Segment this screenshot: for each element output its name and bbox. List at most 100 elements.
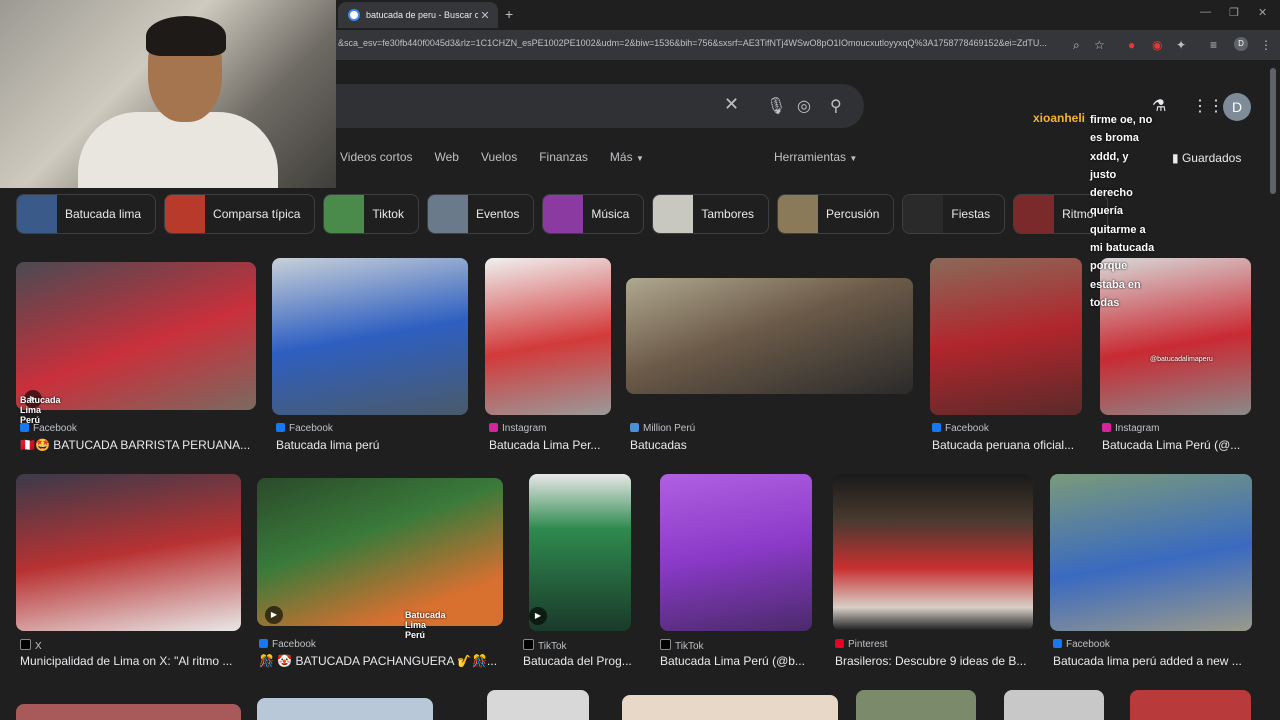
- result-caption[interactable]: Batucada Lima Perú (@...: [1102, 438, 1251, 452]
- bookmark-star-icon[interactable]: ☆: [1094, 38, 1105, 52]
- result-caption[interactable]: Batucada Lima Per...: [489, 438, 611, 452]
- result-caption[interactable]: Municipalidad de Lima on X: "Al ritmo ..…: [20, 654, 241, 668]
- media-control-icon[interactable]: ≡: [1210, 38, 1217, 52]
- tab-videos-cortos[interactable]: Videos cortos: [340, 150, 413, 164]
- facebook-icon: [259, 639, 268, 648]
- chip-label: Eventos: [475, 207, 520, 221]
- extension-icon[interactable]: ◉: [1152, 38, 1162, 52]
- thumbnail-watermark: Batucada Lima Perú: [20, 395, 61, 425]
- result-thumbnail-partial[interactable]: [487, 690, 589, 720]
- result-source[interactable]: Facebook: [259, 639, 316, 650]
- chip-comparsa-tipica[interactable]: Comparsa típica: [164, 194, 316, 234]
- chip-fiestas[interactable]: Fiestas: [902, 194, 1006, 234]
- result-caption[interactable]: 🎊 🤡 BATUCADA PACHANGUERA 🎷🎊...: [259, 654, 503, 668]
- result-source[interactable]: Instagram: [1102, 423, 1159, 434]
- result-source[interactable]: TikTok: [660, 639, 704, 652]
- account-avatar[interactable]: D: [1223, 93, 1251, 121]
- result-thumbnail[interactable]: [257, 478, 503, 626]
- url-field[interactable]: &sca_esv=fe30fb440f0045d3&rlz=1C1CHZN_es…: [338, 38, 1068, 48]
- video-play-icon: ▶: [529, 607, 547, 625]
- new-tab-icon[interactable]: +: [505, 6, 513, 22]
- close-window-icon[interactable]: ✕: [1258, 6, 1267, 19]
- browser-menu-icon[interactable]: ⋮: [1260, 38, 1272, 52]
- tab-title: batucada de peru - Buscar con: [366, 10, 478, 20]
- clear-search-icon[interactable]: ✕: [724, 94, 739, 115]
- source-label: Facebook: [1066, 639, 1110, 650]
- tab-vuelos[interactable]: Vuelos: [481, 150, 517, 164]
- voice-search-icon[interactable]: 🎙: [766, 96, 786, 116]
- result-caption[interactable]: Batucada del Prog...: [523, 654, 633, 668]
- extensions-puzzle-icon[interactable]: ✦: [1176, 38, 1186, 52]
- tiktok-icon: [660, 639, 671, 650]
- result-thumbnail-partial[interactable]: [1130, 690, 1251, 720]
- chip-tambores[interactable]: Tambores: [652, 194, 770, 234]
- result-thumbnail[interactable]: [16, 262, 256, 410]
- search-icon[interactable]: ⚲: [830, 96, 842, 116]
- streamer-hair: [146, 16, 226, 56]
- result-caption[interactable]: Batucada lima perú: [276, 438, 468, 452]
- result-source[interactable]: Facebook: [1053, 639, 1110, 650]
- facebook-icon: [276, 423, 285, 432]
- page-scrollbar[interactable]: [1270, 68, 1276, 194]
- tab-mas[interactable]: Más ▼: [610, 150, 644, 164]
- result-caption[interactable]: Batucada Lima Perú (@b...: [660, 654, 812, 668]
- result-thumbnail-partial[interactable]: [622, 695, 838, 720]
- result-source[interactable]: TikTok: [523, 639, 567, 652]
- result-thumbnail[interactable]: [16, 474, 241, 631]
- result-thumbnail[interactable]: [833, 474, 1033, 631]
- result-thumbnail-partial[interactable]: [856, 690, 976, 720]
- tab-close-icon[interactable]: ✕: [478, 9, 492, 22]
- result-source[interactable]: Facebook: [932, 423, 989, 434]
- extension-red-icon[interactable]: ●: [1128, 38, 1135, 52]
- result-thumbnail[interactable]: [272, 258, 468, 415]
- result-caption[interactable]: 🇵🇪🤩 BATUCADA BARRISTA PERUANA...: [20, 438, 256, 452]
- search-input[interactable]: ✕ 🎙 ◎ ⚲: [300, 84, 864, 128]
- zoom-icon[interactable]: ⌕: [1073, 38, 1080, 53]
- tab-mas-label: Más: [609, 150, 633, 164]
- result-thumbnail-partial[interactable]: [1004, 690, 1104, 720]
- result-source[interactable]: Million Perú: [630, 423, 695, 434]
- result-caption[interactable]: Batucadas: [630, 438, 913, 452]
- result-source[interactable]: X: [20, 639, 42, 652]
- facebook-icon: [20, 423, 29, 432]
- browser-tab[interactable]: batucada de peru - Buscar con ✕: [338, 2, 498, 28]
- result-source[interactable]: Facebook: [276, 423, 333, 434]
- result-thumbnail[interactable]: [1050, 474, 1252, 631]
- chip-batucada-lima[interactable]: Batucada lima: [16, 194, 157, 234]
- pinterest-icon: [835, 639, 844, 648]
- tab-web[interactable]: Web: [435, 150, 459, 164]
- chip-eventos[interactable]: Eventos: [426, 194, 535, 234]
- source-label: Facebook: [33, 423, 77, 434]
- browser-profile-avatar[interactable]: D: [1234, 37, 1248, 51]
- result-thumbnail[interactable]: [626, 278, 913, 394]
- refinement-chips: Batucada lima Comparsa típica Tiktok Eve…: [16, 194, 1109, 234]
- tab-finanzas[interactable]: Finanzas: [539, 150, 588, 164]
- chip-percusion[interactable]: Percusión: [777, 194, 895, 234]
- result-caption[interactable]: Batucada peruana oficial...: [932, 438, 1082, 452]
- chip-thumbnail: [427, 195, 468, 233]
- minimize-icon[interactable]: —: [1200, 6, 1211, 18]
- source-label: X: [35, 641, 42, 652]
- result-caption[interactable]: Brasileros: Descubre 9 ideas de B...: [835, 654, 1033, 668]
- result-source[interactable]: Instagram: [489, 423, 546, 434]
- result-thumbnail[interactable]: [485, 258, 611, 415]
- result-caption[interactable]: Batucada lima perú added a new ...: [1053, 654, 1252, 668]
- chat-username: xioanheli: [1033, 111, 1086, 125]
- result-thumbnail-partial[interactable]: [257, 698, 433, 720]
- result-source[interactable]: Pinterest: [835, 639, 887, 650]
- result-thumbnail[interactable]: [660, 474, 812, 631]
- result-thumbnail[interactable]: [529, 474, 631, 631]
- lens-search-icon[interactable]: ◎: [797, 96, 811, 116]
- result-thumbnail[interactable]: [930, 258, 1082, 415]
- chip-thumbnail: [17, 195, 57, 233]
- chip-tiktok[interactable]: Tiktok: [323, 194, 419, 234]
- tools-label: Herramientas: [774, 150, 847, 164]
- restore-icon[interactable]: ❐: [1229, 6, 1239, 19]
- result-source[interactable]: Facebook: [20, 423, 77, 434]
- saved-button[interactable]: ▮ Guardados: [1172, 151, 1241, 165]
- result-thumbnail-partial[interactable]: [16, 704, 241, 720]
- tools-button[interactable]: Herramientas ▼: [774, 150, 857, 164]
- x-icon: [20, 639, 31, 650]
- chip-musica[interactable]: Música: [542, 194, 645, 234]
- streamer-body: [78, 112, 278, 188]
